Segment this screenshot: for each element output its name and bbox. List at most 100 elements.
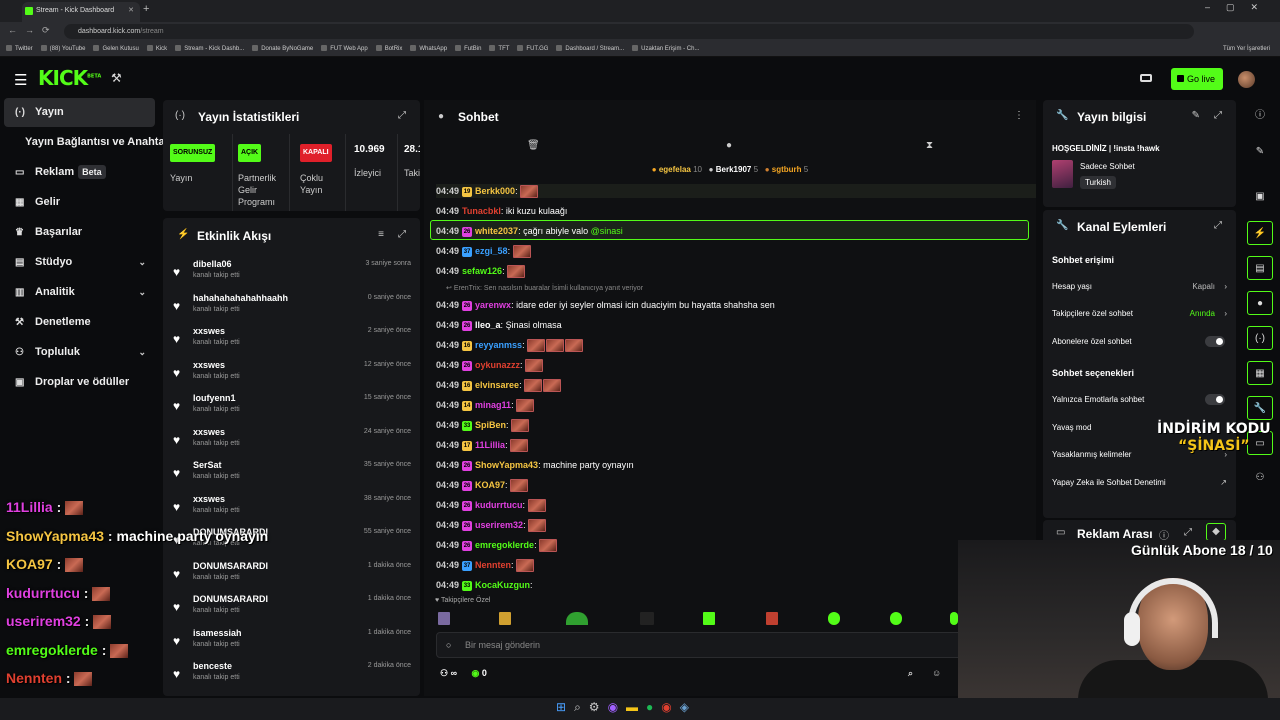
- emote-bar[interactable]: [436, 612, 1036, 626]
- chat-username[interactable]: sefaw126: [462, 266, 502, 276]
- chat-username[interactable]: userirem32: [475, 520, 523, 530]
- crop-icon[interactable]: ▣: [1246, 185, 1274, 209]
- broadcast-icon[interactable]: (·): [1247, 326, 1273, 350]
- feed-row[interactable]: ♥ xxswes kanalı takip etti 2 saniye önce: [173, 324, 411, 357]
- expand-icon[interactable]: ⤢: [1214, 220, 1222, 231]
- chat-username[interactable]: SpiBen: [475, 420, 506, 430]
- chat-message[interactable]: 04:49 26 ShowYapma43: machine party oynayı…: [436, 458, 634, 472]
- bookmark-item[interactable]: FUT Web App: [321, 45, 368, 52]
- feed-row[interactable]: ♥ loufyenn1 kanalı takip etti 15 saniye önc…: [173, 391, 411, 424]
- account-age-row[interactable]: Hesap yaşı Kapalı ›: [1052, 282, 1227, 291]
- new-tab-icon[interactable]: +: [143, 3, 149, 15]
- bolt-icon[interactable]: ⚡: [1247, 221, 1273, 245]
- bookmark-item[interactable]: Twitter: [6, 45, 33, 52]
- top-chatter-name[interactable]: egefelaa: [659, 165, 691, 174]
- subscribers-only-row[interactable]: Abonelere özel sohbet: [1052, 336, 1227, 347]
- chat-message[interactable]: 04:49 37 ezgi_58:: [436, 244, 532, 259]
- chat-message[interactable]: 04:49 17 11Lillia:: [436, 438, 529, 453]
- bookmark-item[interactable]: TFT: [489, 45, 509, 52]
- chat-username[interactable]: KOA97: [475, 480, 505, 490]
- sidebar-item-topluluk[interactable]: ⚇ Topluluk ⌄: [4, 338, 155, 367]
- wrench-icon[interactable]: 🔧: [1247, 396, 1273, 420]
- expand-icon[interactable]: ⤢: [1214, 110, 1222, 121]
- chat-username[interactable]: elvinsaree: [475, 380, 519, 390]
- info-icon[interactable]: ⓘ: [1246, 104, 1274, 128]
- chat-message[interactable]: 04:49 Tunacbkl: iki kuzu kulaağı: [436, 204, 567, 218]
- sidebar-item-stream-key[interactable]: Yayın Bağlantısı ve Anahtarı: [4, 128, 172, 157]
- chat-message[interactable]: 04:49 33 SpiBen:: [436, 418, 530, 433]
- bookmark-item[interactable]: Stream - Kick Dashb...: [175, 45, 244, 52]
- user-icon[interactable]: ⚇ ∞: [440, 668, 457, 678]
- document-icon[interactable]: ▤: [1247, 256, 1273, 280]
- go-live-button[interactable]: Go live: [1171, 68, 1223, 90]
- community-icon[interactable]: ⚇: [1246, 466, 1274, 490]
- feed-row[interactable]: ♥ xxswes kanalı takip etti 12 saniye önce: [173, 358, 411, 391]
- chat-username[interactable]: lleo_a: [475, 320, 501, 330]
- taskbar-icons[interactable]: ⊞⌕⚙◉▬●◉◈: [556, 700, 697, 715]
- bookmark-item[interactable]: Kick: [146, 45, 167, 52]
- window-controls[interactable]: –▢✕: [1205, 2, 1274, 13]
- sidebar-item-studyo[interactable]: ▤ Stüdyo ⌄: [4, 248, 155, 277]
- bookmark-item[interactable]: Gelen Kutusu: [93, 45, 139, 52]
- chat-username[interactable]: white2037: [475, 226, 518, 236]
- chat-message[interactable]: 04:49 26 yarenwx: idare eder iyi seyler ol…: [436, 298, 775, 312]
- emote-only-toggle[interactable]: [1205, 394, 1225, 405]
- search-icon[interactable]: ⌕: [908, 668, 913, 679]
- chat-mention[interactable]: @sinasi: [591, 226, 623, 236]
- chat-username[interactable]: 11Lillia: [475, 440, 505, 450]
- emoji-icon[interactable]: ☺: [932, 668, 941, 678]
- bookmark-item[interactable]: BotRix: [375, 45, 402, 52]
- chat-username[interactable]: KocaKuzgun: [475, 580, 530, 590]
- feed-row[interactable]: ♥ xxswes kanalı takip etti 24 saniye önce: [173, 425, 411, 458]
- chat-bubble-icon[interactable]: ●: [1247, 291, 1273, 315]
- sidebar-item-gelir[interactable]: ▦ Gelir: [4, 188, 155, 217]
- hourglass-icon[interactable]: ⧗: [926, 140, 933, 151]
- chat-message[interactable]: 04:49 26 white2037: çağrı abiyle valo @sin…: [436, 224, 623, 238]
- emote[interactable]: [950, 612, 958, 625]
- chat-message[interactable]: 04:49 26 emregoklerde:: [436, 538, 558, 553]
- expand-icon[interactable]: ⤢: [1184, 527, 1192, 538]
- top-chatter-name[interactable]: Berk1907: [716, 165, 752, 174]
- chat-username[interactable]: ShowYapma43: [475, 460, 538, 470]
- chat-username[interactable]: oykunazzz: [475, 360, 520, 370]
- followers-only-row[interactable]: Takipçilere özel sohbet Anında ›: [1052, 309, 1227, 318]
- sidebar-item-reklam[interactable]: ▭ Reklam Beta: [4, 158, 155, 187]
- chat-message[interactable]: 04:49 sefaw126:: [436, 264, 526, 279]
- close-tab-icon[interactable]: ✕: [128, 2, 134, 20]
- expand-icon[interactable]: ⤢: [398, 229, 406, 240]
- bookmark-item[interactable]: Uzaktan Erişim - Ch...: [632, 45, 699, 52]
- emote-only-row[interactable]: Yalnızca Emotlarla sohbet: [1052, 394, 1227, 405]
- chat-username[interactable]: emregoklerde: [475, 540, 534, 550]
- sidebar-item-analitik[interactable]: ▥ Analitik ⌄: [4, 278, 155, 307]
- more-options-icon[interactable]: ⋮: [1014, 110, 1024, 121]
- chat-message[interactable]: 04:49 14 minag11:: [436, 398, 535, 413]
- trash-icon[interactable]: 🗑: [527, 140, 540, 151]
- chat-message[interactable]: 04:49 37 Nennten:: [436, 558, 535, 573]
- sidebar-item-yayin[interactable]: (·) Yayın: [4, 98, 155, 127]
- emote[interactable]: [828, 612, 840, 625]
- feed-row[interactable]: ♥ dibella06 kanalı takip etti 3 saniye sonr…: [173, 257, 411, 290]
- sidebar-item-denetleme[interactable]: ⚒ Denetleme: [4, 308, 155, 337]
- kick-logo[interactable]: KICKBETA: [38, 66, 101, 90]
- chat-message[interactable]: 04:49 33 KocaKuzgun:: [436, 578, 535, 592]
- filter-icon[interactable]: ≡: [378, 229, 384, 240]
- chat-message[interactable]: 04:49 26 KOA97:: [436, 478, 529, 493]
- subscribers-only-toggle[interactable]: [1205, 336, 1225, 347]
- feed-row[interactable]: ♥ SerSat kanalı takip etti 35 saniye önce: [173, 458, 411, 491]
- top-chatter-name[interactable]: sgtburh: [772, 165, 802, 174]
- edit-icon[interactable]: ✎: [1246, 140, 1274, 164]
- chat-message[interactable]: 04:49 19 Berkk000:: [436, 184, 1036, 199]
- emote[interactable]: [766, 612, 778, 625]
- bookmark-item[interactable]: Dashboard / Stream...: [556, 45, 624, 52]
- multistream-icon[interactable]: [1140, 74, 1152, 82]
- hammer-icon[interactable]: ⚒: [111, 71, 122, 85]
- expand-icon[interactable]: ⤢: [398, 110, 406, 121]
- chat-username[interactable]: ezgi_58: [475, 246, 508, 256]
- chat-username[interactable]: yarenwx: [475, 300, 511, 310]
- browser-tab[interactable]: Stream - Kick Dashboard ✕: [22, 2, 140, 22]
- avatar[interactable]: [1238, 71, 1255, 88]
- chat-input[interactable]: ○ Bir mesaj gönderin: [436, 632, 1028, 658]
- url-field[interactable]: dashboard.kick.com/stream: [64, 24, 1194, 39]
- bookmark-item[interactable]: FUT.GG: [517, 45, 548, 52]
- bookmark-item[interactable]: FutBin: [455, 45, 481, 52]
